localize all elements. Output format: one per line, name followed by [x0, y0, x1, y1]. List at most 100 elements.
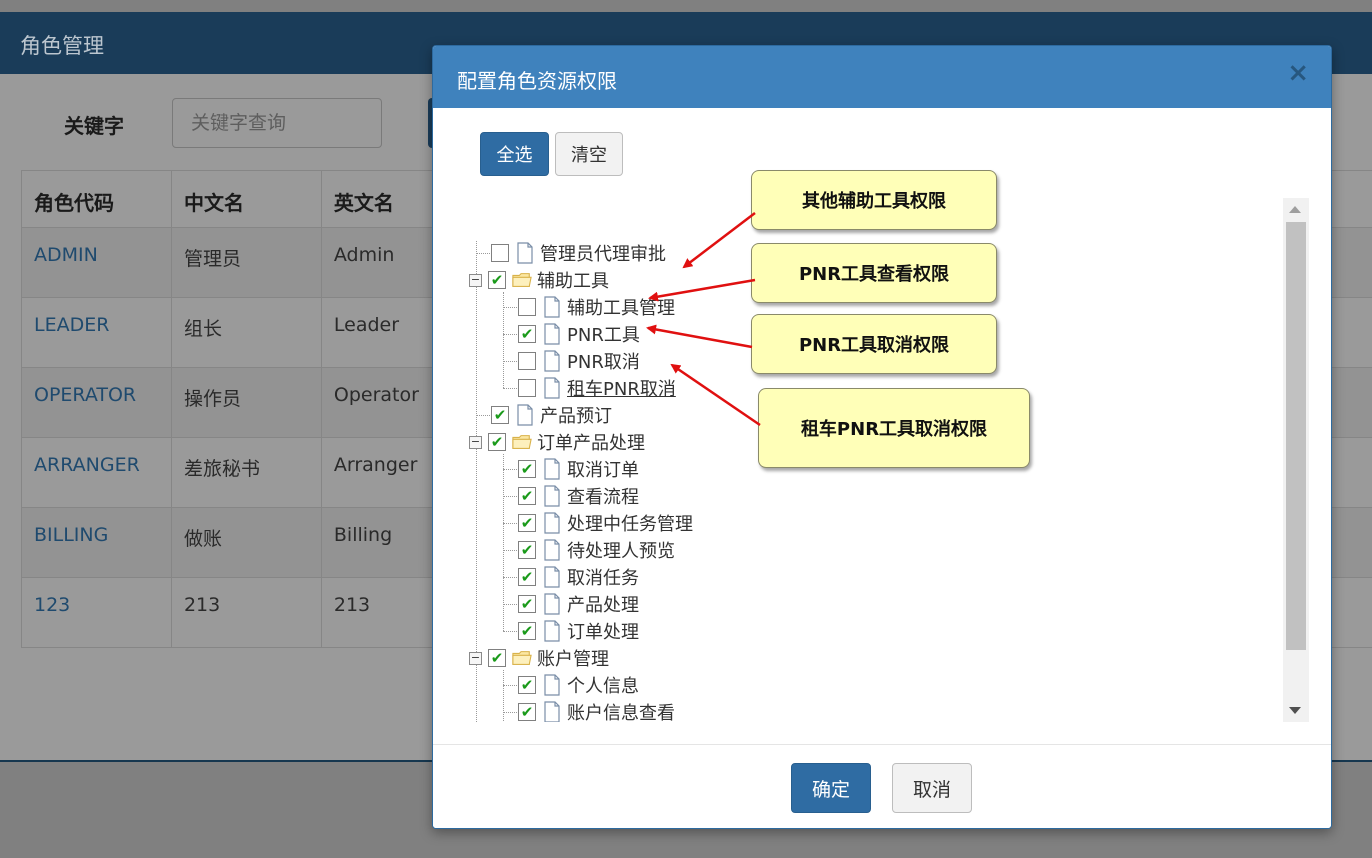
tree-node[interactable]: ✔ 产品处理 — [518, 592, 639, 616]
tree-node-label[interactable]: PNR工具 — [567, 321, 640, 347]
tree-node-checkbox[interactable]: ✔ — [518, 487, 536, 505]
tree-scrollbar[interactable] — [1283, 198, 1309, 722]
close-icon[interactable]: × — [1287, 60, 1309, 86]
tree-node[interactable]: ✔ 取消任务 — [518, 565, 639, 589]
collapse-toggle-icon[interactable]: − — [469, 435, 482, 449]
role-code-link[interactable]: OPERATOR — [21, 367, 172, 438]
tree-connector — [503, 712, 517, 713]
tree-node[interactable]: ✔ 账户信息查看 — [518, 700, 675, 722]
folder-icon — [512, 431, 537, 453]
tree-node-checkbox[interactable]: ✔ — [518, 622, 536, 640]
clear-button[interactable]: 清空 — [555, 132, 623, 176]
tree-node-checkbox[interactable]: ✔ — [491, 406, 509, 424]
tree-node-label[interactable]: 账户管理 — [537, 645, 609, 671]
folder-icon — [512, 269, 537, 291]
tree-node-checkbox[interactable]: ✔ — [518, 460, 536, 478]
tree-node-checkbox[interactable]: ✔ — [518, 595, 536, 613]
tree-node-checkbox[interactable]: ✔ — [518, 541, 536, 559]
tree-node[interactable]: PNR取消 — [518, 349, 640, 373]
scroll-thumb[interactable] — [1286, 222, 1306, 650]
table-cell: 组长 — [170, 297, 322, 368]
tree-node-checkbox[interactable] — [518, 298, 536, 316]
tree-node[interactable]: − ✔ 辅助工具 — [469, 268, 609, 292]
tree-node-label[interactable]: 订单产品处理 — [537, 429, 645, 455]
tree-node-label[interactable]: 辅助工具管理 — [567, 294, 675, 320]
tree-node-checkbox[interactable]: ✔ — [518, 325, 536, 343]
tree-node-label[interactable]: 产品预订 — [540, 402, 612, 428]
scroll-down-arrow-icon[interactable] — [1289, 707, 1301, 714]
tree-node[interactable]: ✔ 产品预订 — [491, 403, 612, 427]
tree-connector — [503, 523, 517, 524]
role-code-link[interactable]: ARRANGER — [21, 437, 172, 508]
tree-node-label[interactable]: 待处理人预览 — [567, 537, 675, 563]
tree-node-checkbox[interactable]: ✔ — [518, 676, 536, 694]
tree-node[interactable]: ✔ 处理中任务管理 — [518, 511, 693, 535]
scroll-up-arrow-icon[interactable] — [1289, 206, 1301, 213]
callout-other-tools: 其他辅助工具权限 — [751, 170, 997, 230]
tree-node-label[interactable]: 处理中任务管理 — [567, 510, 693, 536]
tree-node[interactable]: 辅助工具管理 — [518, 295, 675, 319]
tree-node-label[interactable]: 查看流程 — [567, 483, 639, 509]
file-icon — [542, 323, 567, 345]
table-cell: 管理员 — [170, 227, 322, 298]
column-header: 中文名 — [170, 170, 322, 228]
tree-node-checkbox[interactable] — [491, 244, 509, 262]
tree-connector — [476, 415, 490, 416]
file-icon — [542, 377, 567, 399]
confirm-button[interactable]: 确定 — [791, 763, 871, 813]
tree-node-label[interactable]: 个人信息 — [567, 672, 639, 698]
tree-node-checkbox[interactable] — [518, 379, 536, 397]
tree-node[interactable]: ✔ 订单处理 — [518, 619, 639, 643]
tree-node-checkbox[interactable]: ✔ — [488, 649, 506, 667]
role-code-link[interactable]: ADMIN — [21, 227, 172, 298]
tree-node[interactable]: 管理员代理审批 — [491, 241, 666, 265]
tree-node[interactable]: − ✔ 账户管理 — [469, 646, 609, 670]
cancel-button[interactable]: 取消 — [892, 763, 972, 813]
select-all-button[interactable]: 全选 — [480, 132, 549, 176]
tree-node-checkbox[interactable]: ✔ — [518, 568, 536, 586]
table-cell: 差旅秘书 — [170, 437, 322, 508]
tree-node-label[interactable]: 产品处理 — [567, 591, 639, 617]
tree-connector — [503, 307, 517, 308]
tree-node[interactable]: − ✔ 订单产品处理 — [469, 430, 645, 454]
role-code-link[interactable]: BILLING — [21, 507, 172, 578]
tree-node-checkbox[interactable]: ✔ — [518, 514, 536, 532]
tree-node-label[interactable]: 取消任务 — [567, 564, 639, 590]
tree-node-label[interactable]: 取消订单 — [567, 456, 639, 482]
file-icon — [542, 485, 567, 507]
modal-title: 配置角色资源权限 — [457, 69, 617, 93]
callout-car-pnr-cancel: 租车PNR工具取消权限 — [758, 388, 1030, 468]
collapse-toggle-icon[interactable]: − — [469, 651, 482, 665]
tree-node-label[interactable]: PNR取消 — [567, 348, 640, 374]
callout-pnr-view: PNR工具查看权限 — [751, 243, 997, 303]
tree-connector — [503, 454, 504, 631]
file-icon — [542, 701, 567, 722]
tree-node-label[interactable]: 订单处理 — [567, 618, 639, 644]
tree-node-checkbox[interactable]: ✔ — [518, 703, 536, 721]
table-cell: 213 — [170, 577, 322, 648]
tree-node[interactable]: ✔ 待处理人预览 — [518, 538, 675, 562]
tree-node-label[interactable]: 管理员代理审批 — [540, 240, 666, 266]
tree-node-label[interactable]: 账户信息查看 — [567, 699, 675, 722]
tree-node-checkbox[interactable]: ✔ — [488, 433, 506, 451]
tree-node[interactable]: 租车PNR取消 — [518, 376, 676, 400]
file-icon — [515, 404, 540, 426]
role-code-link[interactable]: LEADER — [21, 297, 172, 368]
tree-connector — [503, 469, 517, 470]
file-icon — [542, 566, 567, 588]
tree-node-checkbox[interactable] — [518, 352, 536, 370]
tree-node[interactable]: ✔ 个人信息 — [518, 673, 639, 697]
role-code-link[interactable]: 123 — [21, 577, 172, 648]
tree-node-label[interactable]: 租车PNR取消 — [567, 375, 676, 401]
file-icon — [515, 242, 540, 264]
collapse-toggle-icon[interactable]: − — [469, 273, 482, 287]
modal-header: 配置角色资源权限 × — [433, 46, 1331, 108]
tree-connector — [503, 292, 504, 388]
keyword-search-input[interactable] — [172, 98, 382, 148]
tree-node[interactable]: ✔ PNR工具 — [518, 322, 640, 346]
tree-node[interactable]: ✔ 取消订单 — [518, 457, 639, 481]
tree-node[interactable]: ✔ 查看流程 — [518, 484, 639, 508]
keyword-label: 关键字 — [64, 114, 124, 138]
tree-node-label[interactable]: 辅助工具 — [537, 267, 609, 293]
tree-node-checkbox[interactable]: ✔ — [488, 271, 506, 289]
